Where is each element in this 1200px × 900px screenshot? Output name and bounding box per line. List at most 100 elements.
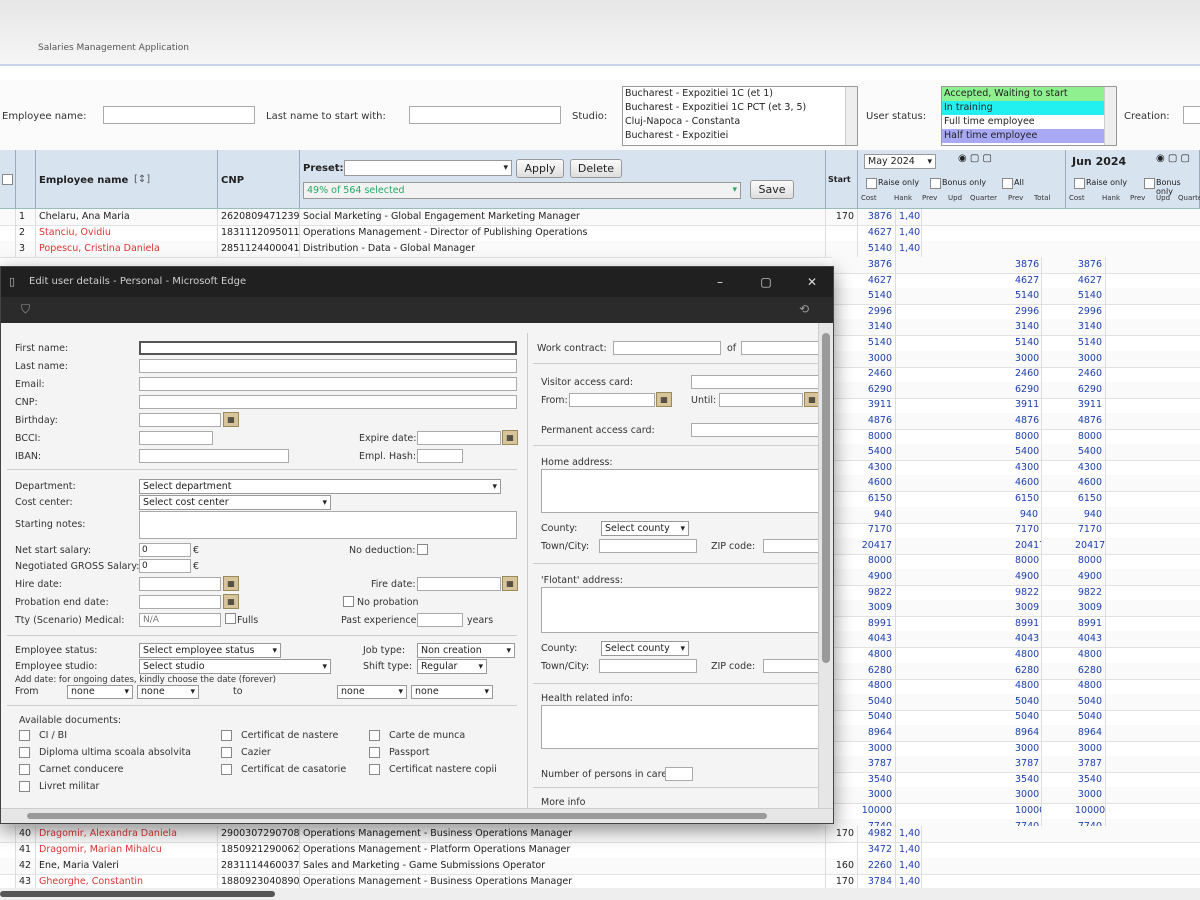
table-row[interactable]: 3 Popescu, Cristina Daniela 2851124400041 D…	[0, 241, 1200, 258]
table-row[interactable]: 5040 5040 5040	[832, 693, 1200, 711]
table-row[interactable]: 7170 7170 7170	[832, 522, 1200, 540]
zip-input[interactable]	[763, 539, 819, 553]
modal-vertical-thumb[interactable]	[822, 333, 830, 663]
page-scroll-thumb[interactable]	[0, 891, 275, 897]
doc-checkbox[interactable]	[19, 730, 30, 741]
user-status-listbox[interactable]: Accepted, Waiting to start In training F…	[941, 86, 1117, 146]
flotant-address-textarea[interactable]	[541, 587, 819, 633]
table-row[interactable]: 40 Dragomir, Alexandra Daniela 29003072907…	[0, 826, 1200, 843]
employee-name-cell[interactable]: Chelaru, Ana Maria	[36, 209, 218, 225]
table-row[interactable]: 6150 6150 6150	[832, 491, 1200, 508]
home-address-textarea[interactable]	[541, 469, 819, 513]
table-row[interactable]: 4300 4300 4300	[832, 459, 1200, 477]
bonus-only-checkbox[interactable]	[930, 178, 941, 189]
cost-center-select[interactable]: Select cost center	[139, 495, 331, 510]
to-month-select[interactable]: none	[337, 685, 407, 699]
table-row[interactable]: 42 Ene, Maria Valeri 2831114460037 Sales an…	[0, 858, 1200, 875]
doc-checkbox[interactable]	[369, 764, 380, 775]
calendar-icon[interactable]: ▦	[223, 576, 239, 591]
status-option[interactable]: Half time employee	[942, 129, 1116, 143]
doc-checkbox[interactable]	[369, 730, 380, 741]
maximize-icon[interactable]: ▢	[757, 273, 775, 291]
employee-name-cell[interactable]: Stanciu, Ovidiu	[36, 225, 218, 241]
table-row[interactable]: 20417 20417 20417	[832, 537, 1200, 555]
table-row[interactable]: 4600 4600 4600	[832, 475, 1200, 493]
employee-name-cell[interactable]: Dragomir, Marian Mihalcu	[36, 842, 218, 858]
table-row[interactable]: 4800 4800 4800	[832, 647, 1200, 664]
creation-select[interactable]	[1183, 106, 1200, 124]
calendar-icon[interactable]: ▦	[502, 576, 518, 591]
doc-checkbox[interactable]	[221, 747, 232, 758]
doc-checkbox[interactable]	[221, 764, 232, 775]
table-row[interactable]: 4900 4900 4900	[832, 569, 1200, 586]
doc-checkbox[interactable]	[19, 781, 30, 792]
expire-date-input[interactable]	[417, 431, 501, 445]
doc-checkbox[interactable]	[19, 747, 30, 758]
zip-input[interactable]	[763, 659, 819, 673]
starting-notes-textarea[interactable]	[139, 511, 517, 539]
work-contract-date[interactable]	[741, 341, 819, 355]
all-checkbox[interactable]	[1002, 178, 1013, 189]
town-input[interactable]	[599, 659, 697, 673]
tty-checkbox[interactable]	[225, 613, 236, 624]
status-list-scrollbar[interactable]	[1104, 87, 1116, 145]
table-row[interactable]: 8000 8000 8000	[832, 553, 1200, 571]
table-row[interactable]: 9822 9822 9822	[832, 584, 1200, 602]
from-month-select[interactable]: none	[67, 685, 133, 699]
table-row[interactable]: 5400 5400 5400	[832, 444, 1200, 462]
probation-end-input[interactable]	[139, 595, 221, 609]
empl-hash-input[interactable]	[417, 449, 463, 463]
status-option[interactable]: Full time employee	[942, 115, 1116, 129]
table-row[interactable]: 4876 4876 4876	[832, 413, 1200, 430]
email-input[interactable]	[139, 377, 517, 391]
shift-type-select[interactable]: Regular	[417, 659, 487, 674]
table-row[interactable]: 3000 3000 3000	[832, 787, 1200, 805]
county-select[interactable]: Select county	[601, 521, 689, 536]
table-row[interactable]: 3000 3000 3000	[832, 740, 1200, 758]
permanent-card-input[interactable]	[691, 423, 819, 437]
cnp-header[interactable]: CNP	[218, 150, 300, 208]
employee-name-cell[interactable]: Dragomir, Alexandra Daniela	[36, 826, 218, 842]
reader-icon[interactable]: ⟲	[799, 302, 809, 316]
bcci-input[interactable]	[139, 431, 213, 445]
visitor-until-input[interactable]	[719, 393, 803, 407]
fire-date-input[interactable]	[417, 577, 501, 591]
table-row[interactable]: 2460 2460 2460	[832, 366, 1200, 384]
table-row[interactable]: 3009 3009 3009	[832, 600, 1200, 618]
modal-horizontal-thumb[interactable]	[27, 813, 767, 819]
month-select[interactable]: May 2024	[864, 154, 936, 169]
net-start-salary-input[interactable]: 0	[139, 543, 191, 557]
table-row[interactable]: 2996 2996 2996	[832, 303, 1200, 321]
table-row[interactable]: 4043 4043 4043	[832, 631, 1200, 649]
raise-only-checkbox[interactable]	[1074, 178, 1085, 189]
county-select[interactable]: Select county	[601, 641, 689, 656]
no-deduction-checkbox[interactable]	[417, 544, 428, 555]
last-name-input[interactable]	[139, 359, 517, 373]
visitor-card-input[interactable]	[691, 375, 819, 389]
bonus-only-checkbox[interactable]	[1144, 178, 1155, 189]
employee-studio-select[interactable]: Select studio	[139, 659, 331, 674]
doc-checkbox[interactable]	[19, 764, 30, 775]
studio-option[interactable]: Bucharest - Expozitiei	[623, 129, 857, 143]
negotiated-salary-input[interactable]: 0	[139, 559, 191, 573]
first-name-input[interactable]	[139, 341, 517, 355]
table-row[interactable]: 41 Dragomir, Marian Mihalcu 1850921290062 O…	[0, 842, 1200, 859]
studio-listbox[interactable]: Bucharest - Expozitiei 1C (et 1) Buchare…	[622, 86, 858, 146]
table-row[interactable]: 3911 3911 3911	[832, 397, 1200, 415]
preset-select[interactable]	[344, 160, 512, 176]
past-experience-input[interactable]	[417, 613, 463, 627]
last-name-input[interactable]	[409, 106, 561, 124]
table-row[interactable]: 10000 10000 10000	[832, 803, 1200, 820]
lock-icon[interactable]: ⛉	[21, 302, 30, 317]
table-row[interactable]: 3540 3540 3540	[832, 771, 1200, 789]
status-option[interactable]: In training	[942, 101, 1116, 115]
studio-option[interactable]: Cluj-Napoca - Constanta	[623, 115, 857, 129]
page-horizontal-scrollbar[interactable]	[0, 888, 1200, 900]
doc-checkbox[interactable]	[369, 747, 380, 758]
tty-medical-input[interactable]: N/A	[139, 613, 221, 627]
visitor-from-input[interactable]	[569, 393, 655, 407]
persons-in-care-input[interactable]	[665, 767, 693, 781]
calendar-icon[interactable]: ▦	[502, 430, 518, 445]
studio-list-scrollbar[interactable]	[845, 87, 857, 145]
modal-vertical-scrollbar[interactable]	[818, 323, 833, 809]
